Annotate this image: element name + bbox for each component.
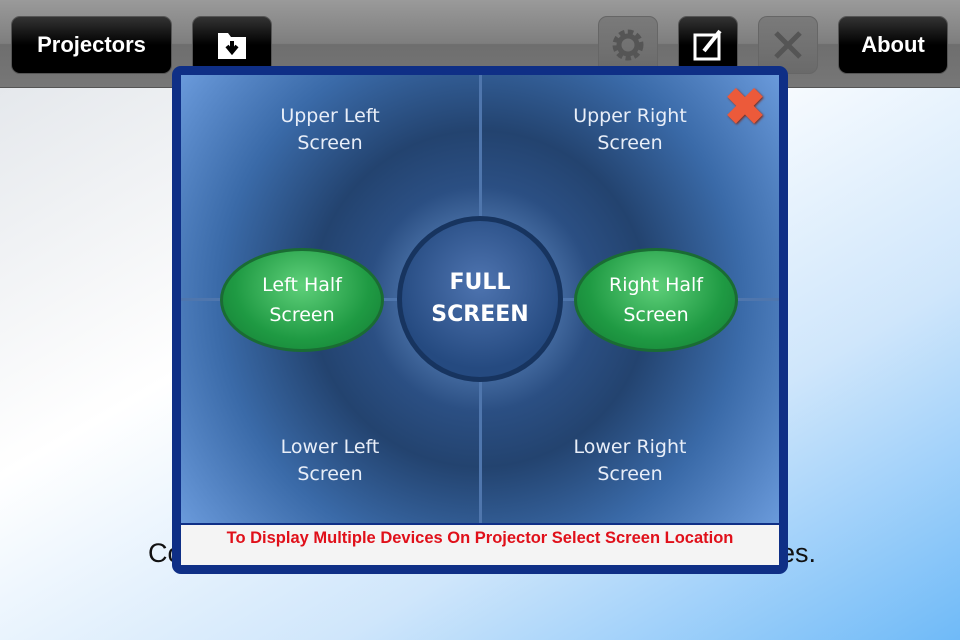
label: Screen	[297, 132, 363, 154]
left-half-screen-button[interactable]: Left Half Screen	[220, 248, 384, 352]
upper-right-screen-button[interactable]: Upper Right Screen	[530, 103, 730, 157]
label: Left Half	[262, 274, 342, 296]
label: Upper Right	[573, 105, 687, 127]
screen-location-dialog: Upper Left Screen Upper Right Screen Lower…	[172, 66, 788, 574]
close-icon: ✖	[724, 79, 766, 135]
projectors-button[interactable]: Projectors	[11, 16, 172, 74]
instruction-text: To Display Multiple Devices On Projector…	[181, 525, 779, 565]
about-button[interactable]: About	[838, 16, 948, 74]
label: Screen	[269, 304, 335, 326]
screen-grid: Upper Left Screen Upper Right Screen Lower…	[181, 75, 779, 523]
edit-icon	[693, 29, 722, 61]
label: Screen	[597, 463, 663, 485]
upper-left-screen-button[interactable]: Upper Left Screen	[230, 103, 430, 157]
close-dialog-button[interactable]: ✖	[723, 82, 767, 132]
lower-left-screen-button[interactable]: Lower Left Screen	[230, 434, 430, 488]
close-icon	[774, 31, 802, 59]
label: Lower Right	[573, 436, 687, 458]
label: Upper Left	[280, 105, 380, 127]
gear-icon	[612, 29, 644, 61]
label: Screen	[597, 132, 663, 154]
label: Screen	[623, 304, 689, 326]
label: Lower Left	[280, 436, 380, 458]
full-screen-button[interactable]: FULL SCREEN	[397, 216, 563, 382]
lower-right-screen-button[interactable]: Lower Right Screen	[530, 434, 730, 488]
label: SCREEN	[431, 302, 529, 327]
label: Right Half	[609, 274, 703, 296]
folder-download-icon	[218, 33, 246, 59]
right-half-screen-button[interactable]: Right Half Screen	[574, 248, 738, 352]
label: Screen	[297, 463, 363, 485]
label: FULL	[449, 270, 511, 295]
